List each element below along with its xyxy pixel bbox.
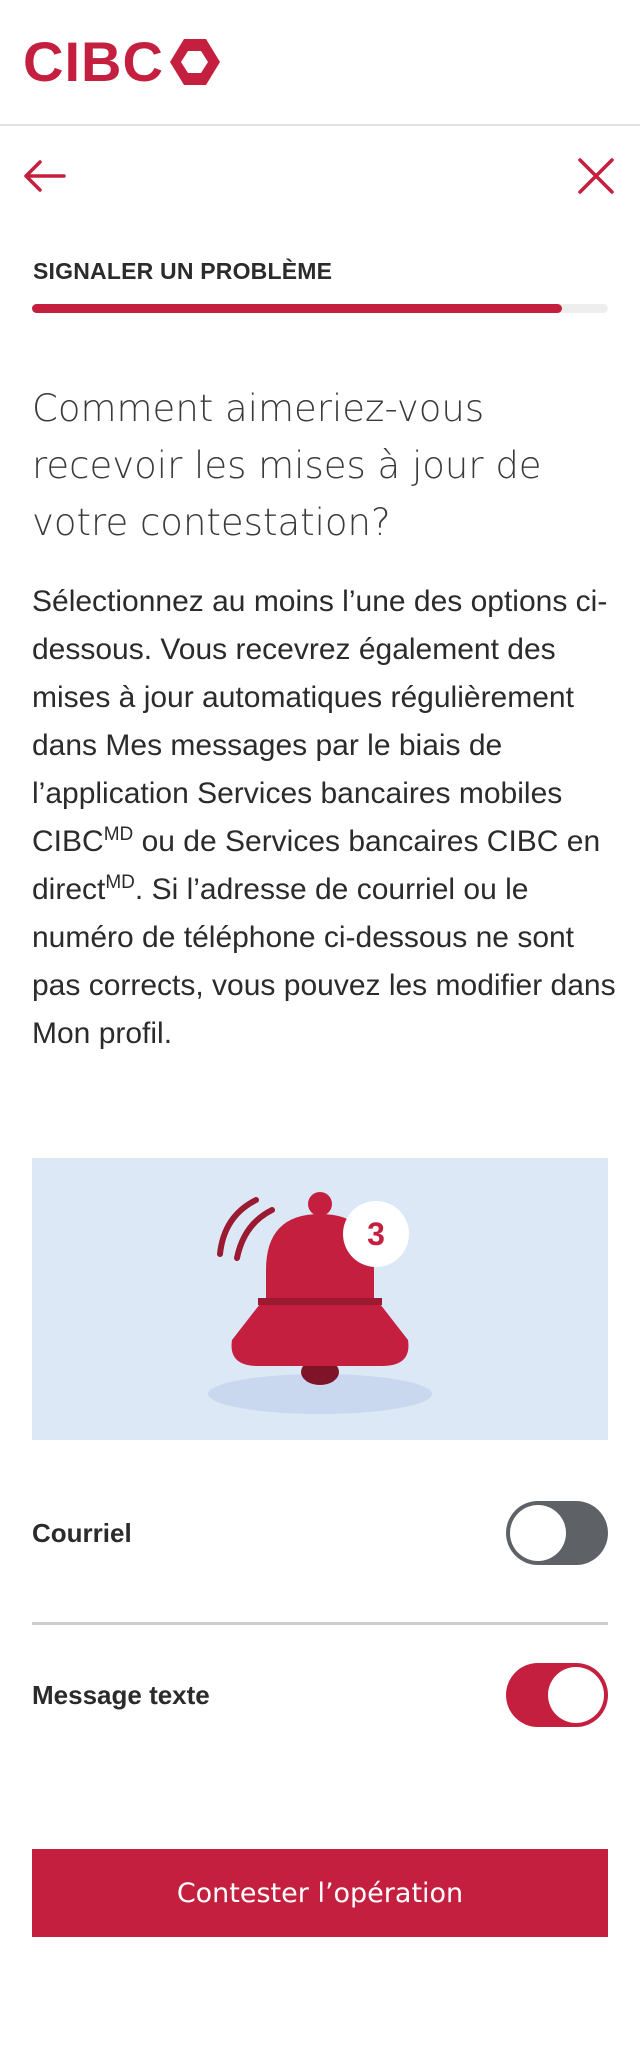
close-button[interactable] bbox=[570, 150, 622, 202]
close-icon bbox=[578, 158, 614, 194]
cibc-diamond-logo-icon bbox=[169, 39, 220, 85]
instructions-text: Sélectionnez au moins l’une des options … bbox=[32, 578, 622, 1058]
option-row-message-texte: Message texte bbox=[32, 1655, 608, 1735]
notification-bell-icon bbox=[208, 1192, 432, 1414]
contest-transaction-button[interactable]: Contester l’opération bbox=[32, 1849, 608, 1937]
page-heading: Comment aimeriez-vous recevoir les mises… bbox=[32, 387, 542, 544]
cibc-logo[interactable]: CIBC bbox=[23, 34, 222, 90]
app-header: CIBC bbox=[0, 0, 640, 126]
trademark-mark: MD bbox=[105, 872, 135, 893]
option-row-courriel: Courriel bbox=[32, 1493, 608, 1573]
instructions-part-1: Sélectionnez au moins l’une des options … bbox=[32, 585, 608, 858]
back-button[interactable] bbox=[18, 150, 70, 202]
step-title: SIGNALER UN PROBLÈME bbox=[33, 258, 333, 284]
instructions-part-3: . Si l’adresse de courriel ou le numéro … bbox=[32, 873, 616, 1050]
trademark-mark: MD bbox=[103, 824, 134, 845]
toggle-knob bbox=[548, 1667, 604, 1723]
progress-bar bbox=[32, 304, 608, 313]
arrow-left-icon bbox=[24, 160, 66, 192]
option-label-message-texte: Message texte bbox=[32, 1679, 210, 1710]
message-texte-toggle[interactable] bbox=[506, 1663, 608, 1727]
notification-illustration: 3 bbox=[32, 1158, 608, 1440]
divider bbox=[32, 1622, 608, 1625]
toggle-knob bbox=[510, 1505, 566, 1561]
option-label-courriel: Courriel bbox=[32, 1517, 132, 1548]
courriel-toggle[interactable] bbox=[506, 1501, 608, 1565]
progress-bar-fill bbox=[32, 304, 562, 313]
top-navigation bbox=[0, 126, 640, 226]
logo-wordmark: CIBC bbox=[23, 30, 164, 93]
